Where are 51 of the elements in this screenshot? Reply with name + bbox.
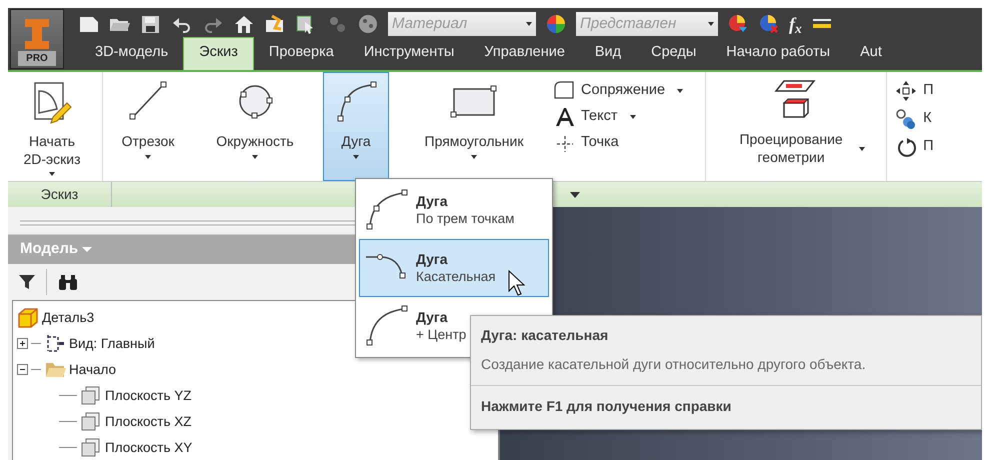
tree-item[interactable]: Плоскость XY [105, 438, 192, 458]
ribbon-small-tool[interactable]: Точка [553, 132, 684, 154]
ribbon-small-tool[interactable]: Текст [553, 106, 684, 128]
constraint-icon [895, 108, 918, 130]
tree-item[interactable]: Плоскость YZ [105, 386, 192, 406]
save-icon[interactable] [140, 14, 162, 34]
caret-icon [708, 22, 714, 26]
plane-icon [80, 410, 102, 433]
new-file-icon[interactable] [78, 14, 100, 34]
ribbon-tool-button[interactable]: Дуга [323, 72, 389, 181]
panel-expand-icon[interactable] [570, 192, 580, 198]
ribbon-tab[interactable]: Среды [636, 38, 712, 70]
ribbon-tab[interactable]: Начало работы [711, 38, 846, 70]
ribbon-tab[interactable]: Управление [469, 38, 580, 70]
ribbon-tab[interactable]: 3D-модель [80, 38, 184, 70]
plane-icon [80, 436, 102, 459]
ribbon-tab[interactable]: Инструменты [348, 38, 470, 70]
part-icon [17, 306, 39, 329]
tree-item[interactable]: Начало [69, 360, 116, 380]
app-logo-icon [22, 17, 52, 51]
tooltip-description: Создание касательной дуги относительно другого объекта. [471, 350, 981, 386]
filter-icon[interactable] [18, 273, 36, 292]
ribbon-small-tool[interactable]: К [895, 108, 934, 130]
plane-icon [80, 384, 102, 407]
ribbon-small-tool[interactable]: П [895, 80, 934, 102]
tree-item[interactable]: Деталь3 [42, 308, 94, 328]
app-button[interactable]: PRO [10, 9, 64, 69]
move-icon [895, 80, 918, 102]
home-icon[interactable] [233, 14, 255, 34]
cursor-icon [508, 270, 526, 296]
formula-button[interactable]: f$_{x}$ [789, 15, 802, 33]
caret-icon [526, 22, 532, 26]
text-icon [553, 106, 575, 128]
color-clear-icon[interactable] [758, 14, 780, 34]
rotate-icon [895, 136, 918, 158]
expander-icon[interactable] [17, 338, 28, 350]
ribbon-tab[interactable]: Проверка [254, 38, 349, 70]
binoculars-icon[interactable] [57, 273, 79, 292]
color-filter-icon[interactable] [727, 14, 749, 34]
tree-item[interactable]: Плоскость XZ [105, 412, 192, 432]
ribbon-small-tool[interactable]: П [895, 136, 934, 158]
tooltip-help: Нажмите F1 для получения справки [480, 397, 732, 416]
color-wheel-icon[interactable] [545, 14, 567, 34]
menu-item[interactable]: Дуга Касательная [359, 239, 549, 297]
ribbon-tab[interactable]: Эскиз [183, 37, 254, 70]
ribbon-small-tool[interactable]: Сопряжение [553, 80, 684, 102]
ribbon-tab[interactable]: Вид [580, 38, 636, 70]
ribbon-tab[interactable]: Aut [845, 38, 897, 70]
expander-icon[interactable] [17, 364, 28, 376]
sketch-box-icon[interactable] [264, 14, 286, 34]
tree-item[interactable]: Вид: Главный [69, 334, 155, 354]
